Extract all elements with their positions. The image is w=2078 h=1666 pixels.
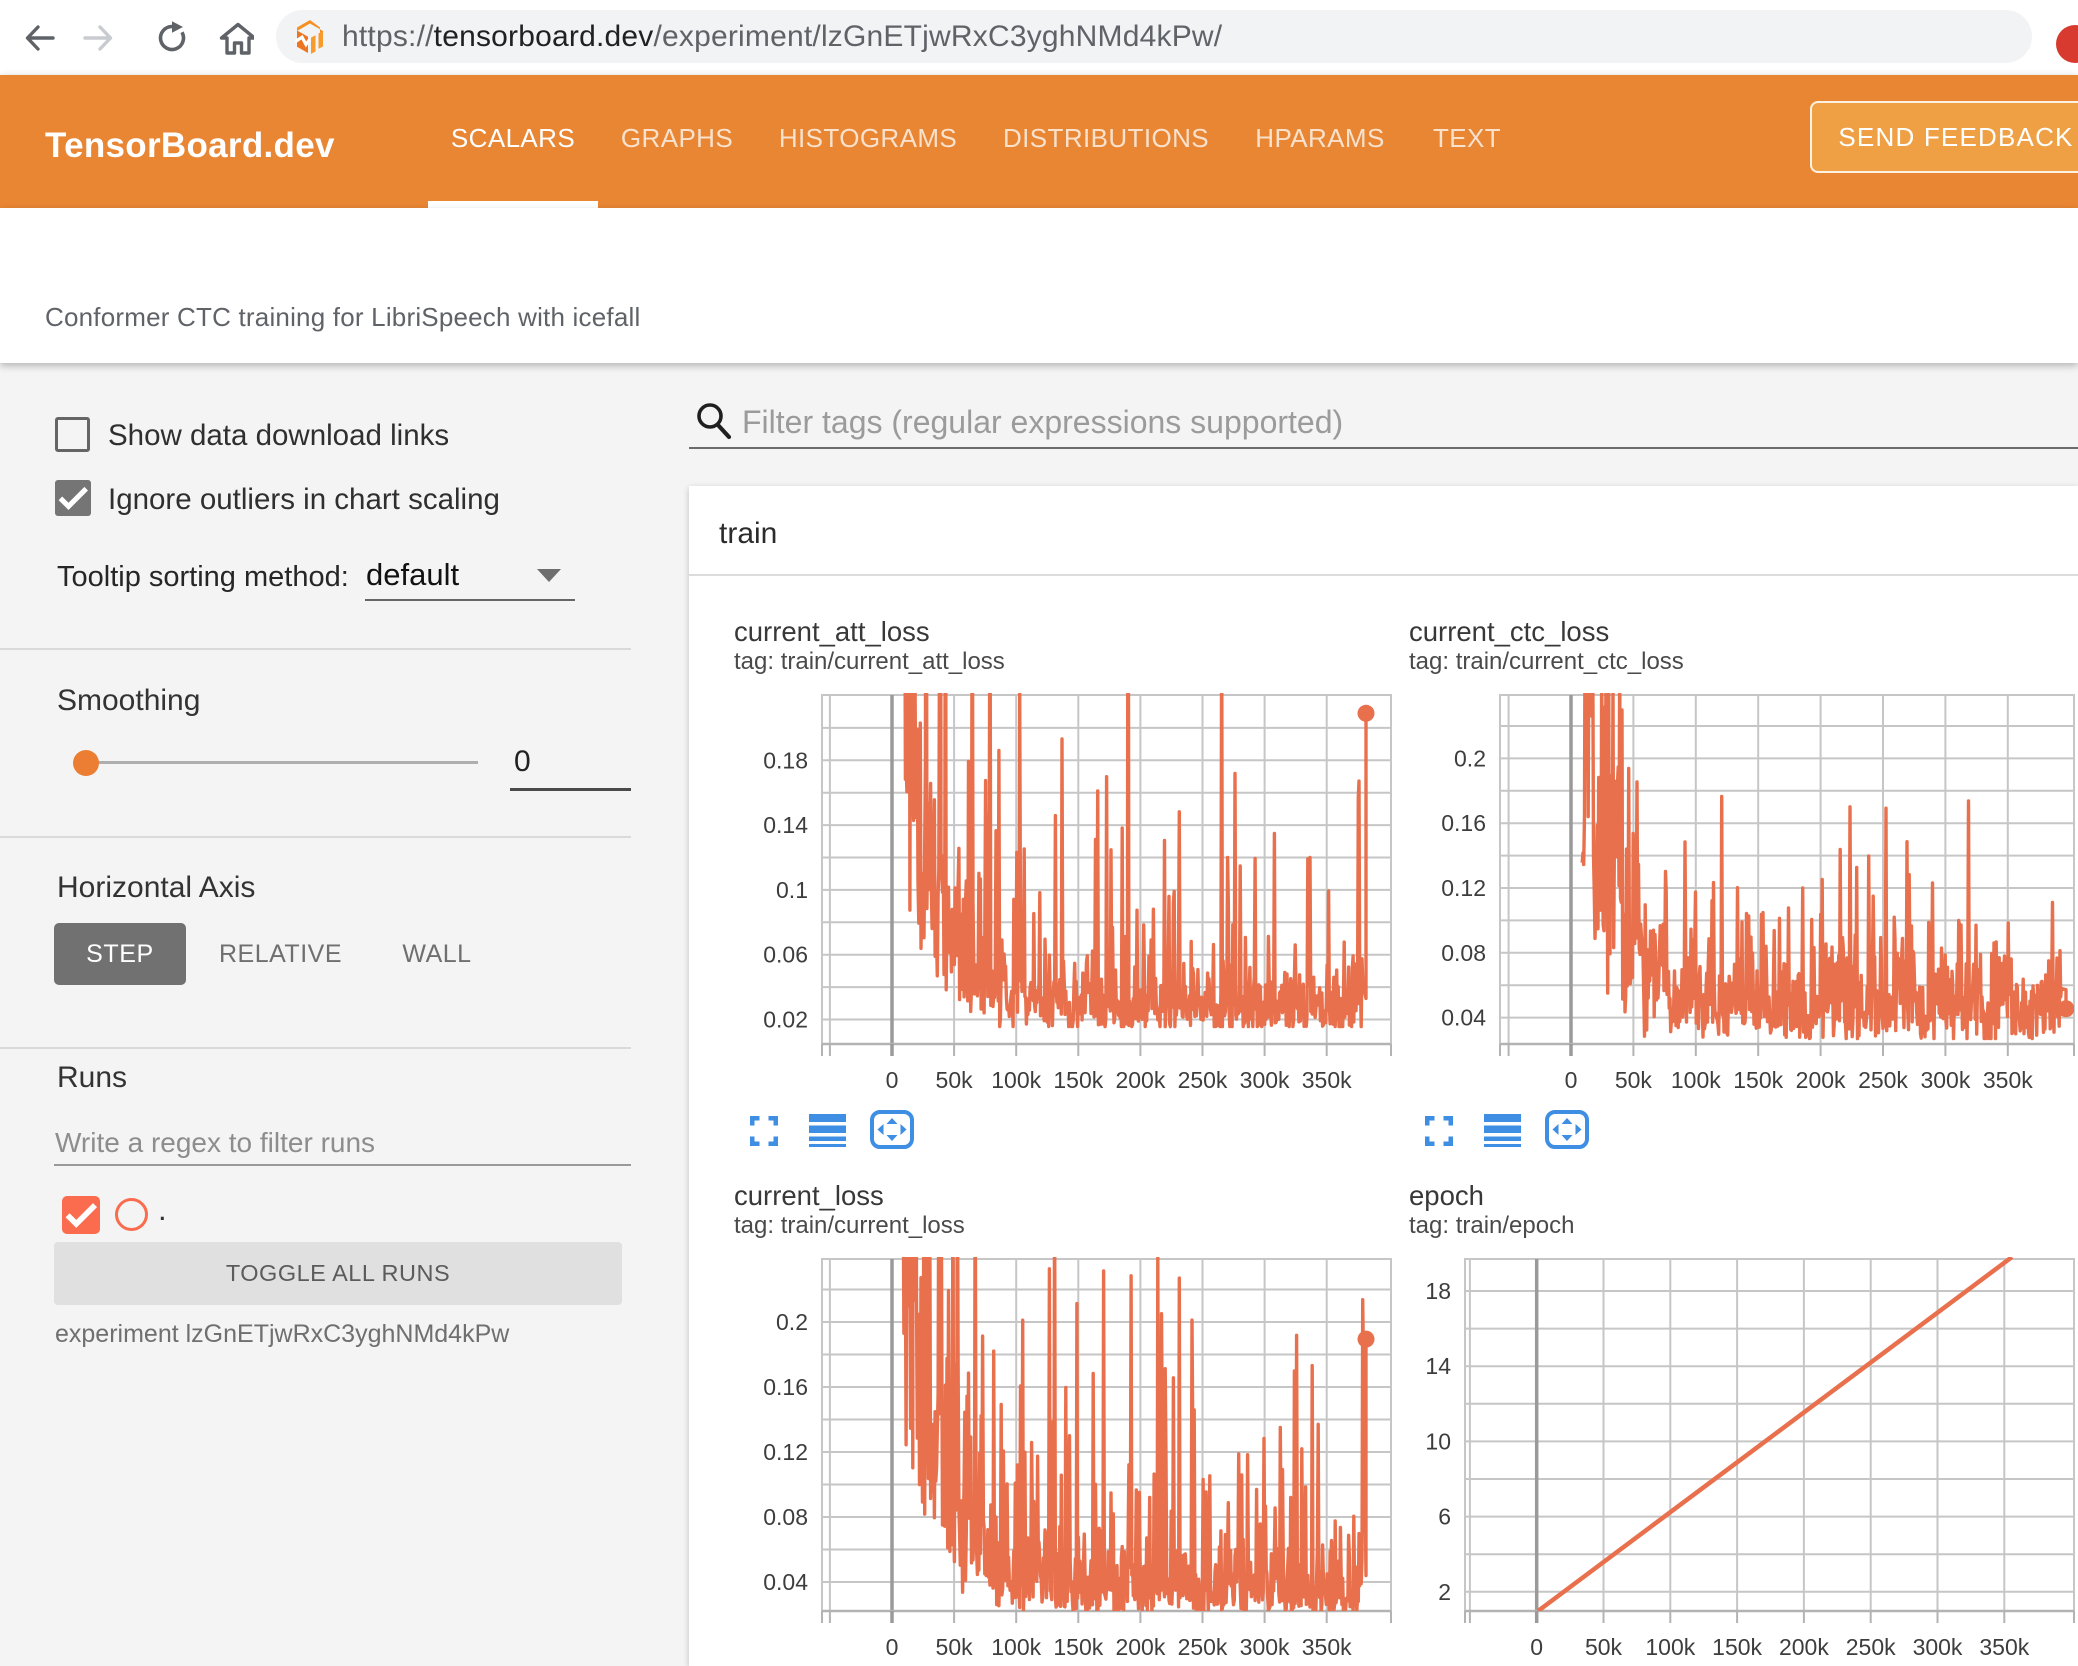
- svg-text:200k: 200k: [1796, 1067, 1846, 1093]
- svg-text:350k: 350k: [1983, 1067, 2033, 1093]
- svg-text:100k: 100k: [991, 1634, 1041, 1660]
- svg-text:0.04: 0.04: [1441, 1005, 1486, 1031]
- svg-text:0.08: 0.08: [763, 1504, 808, 1530]
- svg-text:50k: 50k: [1585, 1634, 1623, 1660]
- svg-text:300k: 300k: [1920, 1067, 1970, 1093]
- svg-text:150k: 150k: [1053, 1067, 1103, 1093]
- svg-text:200k: 200k: [1115, 1634, 1165, 1660]
- svg-text:100k: 100k: [1645, 1634, 1695, 1660]
- svg-text:10: 10: [1425, 1428, 1451, 1454]
- svg-text:0.06: 0.06: [763, 942, 808, 968]
- svg-text:14: 14: [1425, 1353, 1451, 1379]
- svg-text:0.16: 0.16: [763, 1374, 808, 1400]
- svg-text:0.12: 0.12: [1441, 875, 1486, 901]
- svg-text:100k: 100k: [1671, 1067, 1721, 1093]
- svg-text:50k: 50k: [936, 1067, 974, 1093]
- svg-text:0.2: 0.2: [776, 1309, 808, 1335]
- svg-text:350k: 350k: [1302, 1067, 1352, 1093]
- svg-text:2: 2: [1438, 1579, 1451, 1605]
- svg-text:0: 0: [1530, 1634, 1543, 1660]
- svg-text:150k: 150k: [1712, 1634, 1762, 1660]
- svg-text:0.04: 0.04: [763, 1569, 808, 1595]
- svg-text:150k: 150k: [1053, 1634, 1103, 1660]
- svg-text:250k: 250k: [1858, 1067, 1908, 1093]
- svg-text:0: 0: [1565, 1067, 1578, 1093]
- svg-text:18: 18: [1425, 1278, 1451, 1304]
- svg-text:100k: 100k: [991, 1067, 1041, 1093]
- svg-text:50k: 50k: [1615, 1067, 1653, 1093]
- svg-text:0.2: 0.2: [1454, 745, 1486, 771]
- svg-text:250k: 250k: [1178, 1067, 1228, 1093]
- svg-text:150k: 150k: [1733, 1067, 1783, 1093]
- svg-text:0.16: 0.16: [1441, 810, 1486, 836]
- svg-text:300k: 300k: [1913, 1634, 1963, 1660]
- svg-text:0.12: 0.12: [763, 1439, 808, 1465]
- svg-text:0: 0: [886, 1634, 899, 1660]
- svg-text:0.1: 0.1: [776, 877, 808, 903]
- svg-text:6: 6: [1438, 1504, 1451, 1530]
- svg-text:0.14: 0.14: [763, 812, 808, 838]
- svg-text:200k: 200k: [1115, 1067, 1165, 1093]
- svg-text:0: 0: [886, 1067, 899, 1093]
- svg-text:0.08: 0.08: [1441, 940, 1486, 966]
- svg-text:200k: 200k: [1779, 1634, 1829, 1660]
- svg-text:0.18: 0.18: [763, 747, 808, 773]
- svg-text:250k: 250k: [1846, 1634, 1896, 1660]
- svg-text:350k: 350k: [1979, 1634, 2029, 1660]
- svg-text:0.02: 0.02: [763, 1007, 808, 1033]
- svg-text:250k: 250k: [1178, 1634, 1228, 1660]
- svg-text:300k: 300k: [1240, 1634, 1290, 1660]
- svg-text:50k: 50k: [936, 1634, 974, 1660]
- svg-text:300k: 300k: [1240, 1067, 1290, 1093]
- svg-text:350k: 350k: [1302, 1634, 1352, 1660]
